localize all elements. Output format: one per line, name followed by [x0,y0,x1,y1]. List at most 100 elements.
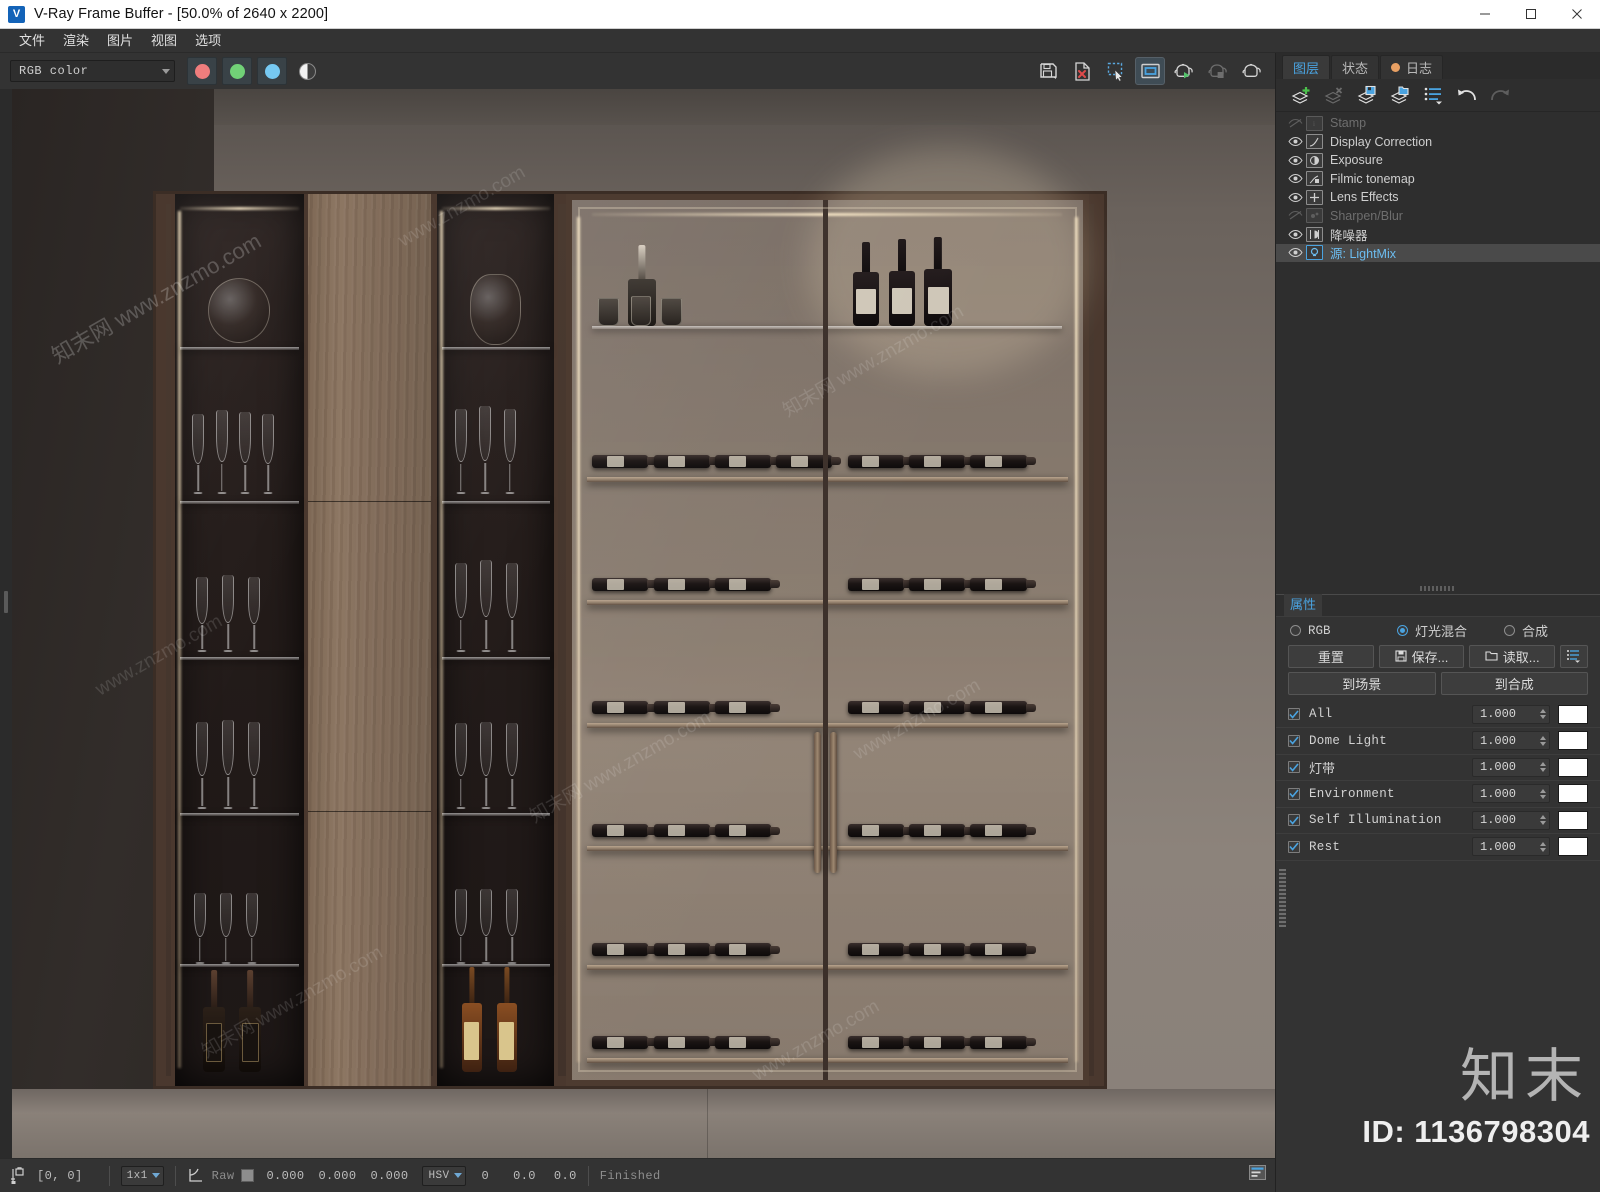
lightmix-color-swatch[interactable] [1558,757,1588,777]
lightmix-color-swatch[interactable] [1558,784,1588,804]
spinner-arrows[interactable] [1540,735,1546,746]
lightmix-checkbox[interactable] [1288,840,1300,853]
window-title: V-Ray Frame Buffer - [50.0% of 2640 x 22… [34,6,329,22]
properties-scrollbar[interactable] [1279,868,1286,927]
lightmix-row-rest[interactable]: Rest 1.000 [1276,834,1600,861]
layer-row-display-correction[interactable]: Display Correction [1276,133,1600,152]
mode-composite[interactable]: 合成 [1504,621,1586,640]
lightmix-intensity-input[interactable]: 1.000 [1472,784,1550,804]
lightmix-color-swatch[interactable] [1558,810,1588,830]
render-last-button[interactable] [1169,57,1199,85]
maximize-button[interactable] [1508,0,1554,29]
menu-file[interactable]: 文件 [10,29,54,53]
lightmix-row-all[interactable]: All 1.000 [1276,702,1600,728]
visibility-on-icon[interactable] [1284,229,1306,240]
lightmix-row-led-strip[interactable]: 灯带 1.000 [1276,755,1600,781]
whisky-bottle [239,969,262,1073]
lightmix-intensity-input[interactable]: 1.000 [1472,837,1550,857]
close-button[interactable] [1554,0,1600,29]
spinner-arrows[interactable] [1540,815,1546,826]
lightmix-color-swatch[interactable] [1558,837,1588,857]
lightmix-row-dome-light[interactable]: Dome Light 1.000 [1276,728,1600,755]
menu-image[interactable]: 图片 [98,29,142,53]
properties-title: 属性 [1284,594,1323,616]
render-viewport[interactable]: 知末网 www.znzmo.com www.znzmo.com 知末网 www.… [0,89,1275,1158]
spinner-arrows[interactable] [1540,762,1546,773]
lightmix-checkbox[interactable] [1288,814,1300,827]
add-layer-button[interactable] [1286,81,1318,109]
lightmix-row-environment[interactable]: Environment 1.000 [1276,781,1600,808]
lightmix-intensity-input[interactable]: 1.000 [1472,704,1550,724]
layer-row-stamp[interactable]: i Stamp [1276,114,1600,133]
delete-layer-button[interactable] [1319,81,1351,109]
region-render-button[interactable] [1101,57,1131,85]
presets-menu-button[interactable] [1560,644,1589,668]
rendered-image[interactable]: 知末网 www.znzmo.com www.znzmo.com 知末网 www.… [12,89,1275,1158]
stop-render-button[interactable] [1203,57,1233,85]
layer-row-sharpen-blur[interactable]: Sharpen/Blur [1276,207,1600,226]
clear-image-button[interactable] [1067,57,1097,85]
reset-button[interactable]: 重置 [1288,644,1374,668]
layer-row-lightmix[interactable]: 源: LightMix [1276,243,1600,262]
red-channel-toggle[interactable] [187,57,217,85]
to-composite-button[interactable]: 到合成 [1440,671,1588,695]
mode-lightmix[interactable]: 灯光混合 [1397,621,1504,640]
layer-row-filmic-tonemap[interactable]: Filmic tonemap [1276,170,1600,189]
menu-options[interactable]: 选项 [186,29,230,53]
checkmark-icon [1289,736,1299,745]
visibility-on-icon[interactable] [1284,136,1306,147]
visibility-on-icon[interactable] [1284,247,1306,258]
spinner-arrows[interactable] [1540,841,1546,852]
lightmix-checkbox[interactable] [1288,787,1300,800]
mode-rgb[interactable]: RGB [1290,624,1397,638]
lightmix-intensity-input[interactable]: 1.000 [1472,757,1550,777]
render-button[interactable] [1237,57,1267,85]
channel-select[interactable]: RGB color [10,60,175,82]
minimize-button[interactable] [1462,0,1508,29]
lightmix-checkbox[interactable] [1288,734,1300,747]
spinner-arrows[interactable] [1540,788,1546,799]
tab-stats[interactable]: 状态 [1331,55,1380,79]
visibility-off-icon[interactable] [1284,118,1306,129]
lightmix-color-swatch[interactable] [1558,704,1588,724]
load-layers-button[interactable] [1385,81,1417,109]
panel-resize-grip[interactable] [1420,585,1456,591]
lightmix-checkbox[interactable] [1288,761,1300,774]
tab-layers[interactable]: 图层 [1282,55,1331,79]
show-render-region-button[interactable] [1135,57,1165,85]
color-mode-select[interactable]: HSV [422,1165,466,1186]
blue-channel-toggle[interactable] [257,57,287,85]
green-channel-toggle[interactable] [222,57,252,85]
monochrome-toggle[interactable] [299,62,316,80]
lightmix-intensity-input[interactable]: 1.000 [1472,810,1550,830]
menu-render[interactable]: 渲染 [54,29,98,53]
folder-icon [1485,651,1498,661]
save-button[interactable]: 保存... [1378,644,1465,668]
tab-log[interactable]: 日志 [1380,55,1444,79]
mode-radio-group: RGB 灯光混合 合成 [1276,617,1600,645]
to-scene-button[interactable]: 到场景 [1288,671,1436,695]
layer-row-denoiser[interactable]: 降噪器 [1276,225,1600,244]
redo-button[interactable] [1484,81,1516,109]
lightmix-color-swatch[interactable] [1558,731,1588,751]
layer-presets-button[interactable] [1418,81,1450,109]
sample-size-select[interactable]: 1x1 [120,1165,164,1186]
viewport-left-scrollbar[interactable] [0,89,12,1158]
lightmix-checkbox[interactable] [1288,708,1300,721]
menu-view[interactable]: 视图 [142,29,186,53]
save-layers-button[interactable] [1352,81,1384,109]
visibility-on-icon[interactable] [1284,173,1306,184]
lightmix-row-self-illumination[interactable]: Self Illumination 1.000 [1276,808,1600,834]
save-image-button[interactable] [1033,57,1063,85]
radio-dot-icon [1290,625,1301,636]
lightmix-intensity-input[interactable]: 1.000 [1472,731,1550,751]
load-button[interactable]: 读取... [1469,644,1556,668]
undo-button[interactable] [1451,81,1483,109]
layer-row-exposure[interactable]: Exposure [1276,151,1600,170]
layer-row-lens-effects[interactable]: Lens Effects [1276,188,1600,207]
panel-toggle-button[interactable] [1249,1165,1266,1183]
visibility-on-icon[interactable] [1284,155,1306,166]
visibility-on-icon[interactable] [1284,192,1306,203]
visibility-off-icon[interactable] [1284,210,1306,221]
spinner-arrows[interactable] [1540,709,1546,720]
